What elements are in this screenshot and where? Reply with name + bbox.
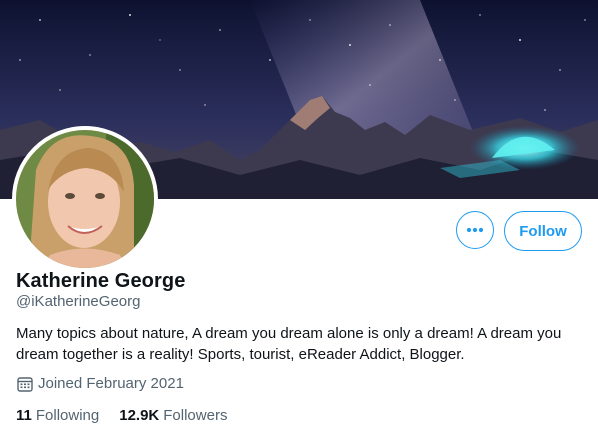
joined-date: Joined February 2021 bbox=[17, 375, 184, 392]
calendar-icon bbox=[17, 376, 33, 392]
profile-bio: Many topics about nature, A dream you dr… bbox=[16, 325, 562, 363]
profile-name: Katherine George bbox=[16, 270, 186, 292]
more-horizontal-icon bbox=[466, 227, 484, 233]
followers-count: 12.9K bbox=[119, 407, 160, 424]
more-options-button[interactable] bbox=[456, 211, 494, 249]
followers-label: Followers bbox=[163, 407, 228, 424]
profile-avatar[interactable] bbox=[12, 126, 158, 272]
following-link[interactable]: 11 Following bbox=[16, 407, 99, 424]
profile-stats: 11 Following 12.9K Followers bbox=[16, 407, 247, 424]
followers-link[interactable]: 12.9K Followers bbox=[119, 407, 227, 424]
avatar-image bbox=[16, 130, 154, 268]
profile-handle: @iKatherineGeorg bbox=[16, 293, 141, 310]
follow-button[interactable]: Follow bbox=[504, 211, 582, 251]
joined-label: Joined February 2021 bbox=[38, 375, 184, 392]
following-count: 11 bbox=[16, 407, 32, 424]
following-label: Following bbox=[35, 407, 100, 424]
